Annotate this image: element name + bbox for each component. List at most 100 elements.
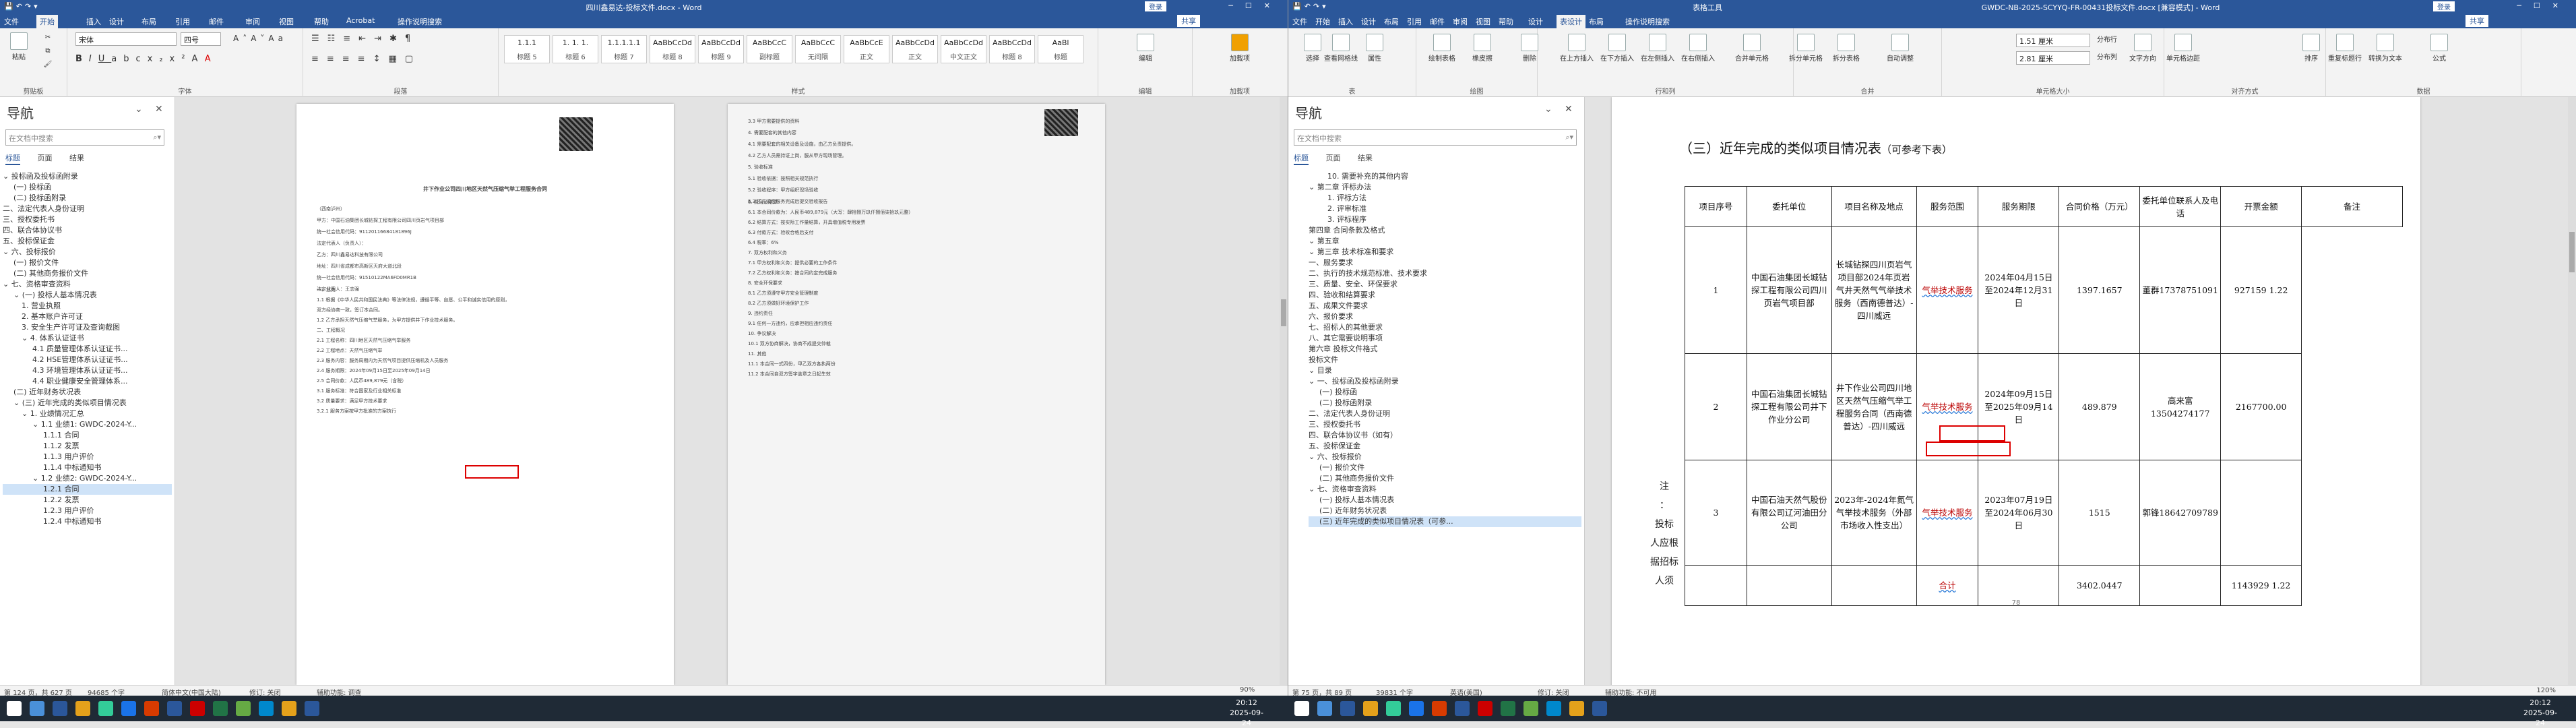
nav-item[interactable]: 4.1 质量管理体系认证证书... [3,344,172,355]
table-btn-8[interactable]: 在左侧插入 [1639,34,1676,63]
nav-item[interactable]: 1.1.1 合同 [3,430,172,441]
list-buttons[interactable]: ☰☷≡⇤⇥✱¶ [311,34,486,44]
nav-item[interactable]: 1.1.2 发票 [3,441,172,452]
nav-item[interactable]: (二) 近年财务状况表 [1309,506,1581,516]
status-words-2[interactable]: 39831 个字 [1376,687,1413,696]
nav-options-icon-2[interactable]: ⌄ [1544,104,1552,115]
task-view-icon[interactable] [1340,701,1355,716]
word-icon[interactable] [1455,701,1470,716]
table-cell[interactable]: 1515 [2059,460,2140,566]
share-button-2[interactable]: 共享 [2465,15,2488,27]
tab-review[interactable]: 审阅 [245,16,260,27]
format-painter-icon[interactable]: 🖌 [38,61,58,68]
nav-item[interactable]: (一) 投标函 [3,182,172,193]
table-header-cell[interactable]: 委托单位 [1747,187,1831,227]
tab-mailings[interactable]: 邮件 [209,16,224,27]
nav-tab-results[interactable]: 结果 [69,154,84,162]
table-cell[interactable]: 井下作业公司四川地区天然气压缩气举工程服务合同（西南德普达）-四川威远 [1831,354,1916,460]
nav-item[interactable]: 2. 评审标准 [1309,204,1581,214]
table-cell[interactable]: 中国石油集团长城钻探工程有限公司四川页岩气项目部 [1747,227,1831,354]
status-language[interactable]: 简体中文(中国大陆) [162,687,221,696]
nav-item[interactable]: ⌄ 1.1 业绩1: GWDC-2024-Y... [3,419,172,430]
nav-item[interactable]: 二、执行的技术规范标准、技术要求 [1309,268,1581,279]
table-header-cell[interactable]: 合同价格（万元） [2059,187,2140,227]
acrobat-icon[interactable] [190,701,205,716]
app-icon[interactable] [236,701,251,716]
nav-item[interactable]: 2. 基本账户许可证 [3,311,172,322]
folder-icon[interactable] [1569,701,1584,716]
login-button-2[interactable]: 登录 [2433,1,2455,11]
acrobat-icon[interactable] [1478,701,1493,716]
table-btn-1[interactable]: 查看网格线 [1322,34,1360,63]
nav-item[interactable]: ⌄ 六、投标报价 [3,247,172,257]
addins-button[interactable]: 加载项 [1220,34,1260,63]
cell-width-input[interactable]: 2.81 厘米 [2016,51,2090,65]
table-header-cell[interactable]: 备注 [2302,187,2403,227]
nav-close-icon-2[interactable]: ✕ [1565,104,1573,115]
table-cell[interactable]: 1 [1685,227,1747,354]
tab-help[interactable]: 帮助 [314,16,329,27]
table-btn-3[interactable]: 绘制表格 [1423,34,1461,63]
nav-item[interactable]: 五、投标保证金 [3,236,172,247]
nav-item[interactable]: 1.2.4 中标通知书 [3,516,172,527]
nav-item[interactable]: 4.4 职业健康安全管理体系... [3,376,172,387]
style-11[interactable]: AaBl标题 [1038,35,1083,63]
nav-item[interactable]: ⌄ 第二章 评标办法 [1309,182,1581,193]
login-button[interactable]: 登录 [1145,1,1166,11]
status-track-changes[interactable]: 修订: 关闭 [249,687,281,696]
status-page-2[interactable]: 第 75 页，共 89 页 [1292,687,1352,696]
nav-item[interactable]: 四、验收和结算要求 [1309,290,1581,301]
nav-item[interactable]: (二) 其他商务报价文件 [3,268,172,279]
tab-r-0[interactable]: 文件 [1292,16,1307,27]
nav-item[interactable]: ⌄ (一) 投标人基本情况表 [3,290,172,301]
table-btn-7[interactable]: 在下方插入 [1598,34,1636,63]
table-header-cell[interactable]: 委托单位联系人及电话 [2140,187,2221,227]
status-zoom[interactable]: 120% [2536,687,2556,694]
tab-r-1[interactable]: 开始 [1315,16,1330,27]
nav-item[interactable]: 1.1.3 用户评价 [3,452,172,462]
nav-item[interactable]: ⌄ 七、资格审查资料 [1309,484,1581,495]
nav-item[interactable]: 投标文件 [1309,355,1581,365]
quick-access-toolbar-2[interactable]: 💾↶↷▾ [1292,2,1329,11]
nav-item[interactable]: 六、报价要求 [1309,311,1581,322]
table-cell[interactable]: 2023年-2024年氮气气举技术服务（外部市场收入性支出） [1831,460,1916,566]
nav-options-icon[interactable]: ⌄ [135,104,143,115]
nav-item[interactable]: 1.2.2 发票 [3,495,172,506]
table-cell[interactable]: 2 [1685,354,1747,460]
file-explorer-icon[interactable] [1363,701,1378,716]
nav-close-icon[interactable]: ✕ [155,104,163,115]
nav-search-input-2[interactable]: 在文档中搜索⌕▾ [1294,129,1577,146]
nav-item[interactable]: ⌄ 投标函及投标函附录 [3,171,172,182]
style-2[interactable]: 1.1.1.1.1标题 7 [601,35,647,63]
cut-icon[interactable]: ✂ [38,34,58,41]
nav-item[interactable]: 三、质量、安全、环保要求 [1309,279,1581,290]
tab-r-11[interactable]: 表设计 [1557,15,1585,28]
table-header-cell[interactable]: 服务期限 [1978,187,2059,227]
copy-icon[interactable]: ⧉ [38,47,58,55]
font-format-buttons[interactable]: BIUabcx₂x²AA [75,54,291,64]
nav-item[interactable]: ⌄ 1.2 业绩2: GWDC-2024-Y... [3,473,172,484]
app-icon[interactable] [1523,701,1538,716]
table-btn-16[interactable]: 文字方向 [2124,34,2162,63]
task-view-icon[interactable] [53,701,67,716]
nav-item[interactable]: 1.2.3 用户评价 [3,506,172,516]
nav-item[interactable]: (二) 投标函附录 [3,193,172,204]
wechat-icon[interactable] [1386,701,1401,716]
table-btn-5[interactable]: 删除 [1511,34,1548,63]
table-header-cell[interactable]: 服务范围 [1916,187,1978,227]
table-btn-2[interactable]: 属性 [1356,34,1393,63]
wechat-icon[interactable] [98,701,113,716]
tab-layout[interactable]: 布局 [142,16,156,27]
nav-item[interactable]: 五、成果文件要求 [1309,301,1581,311]
nav-item[interactable]: ⌄ 六、投标报价 [1309,452,1581,462]
table-cell[interactable]: 2023年07月19日至2024年06月30日 [1978,460,2059,566]
nav-item[interactable]: ⌄ 目录 [1309,365,1581,376]
file-explorer-icon[interactable] [75,701,90,716]
nav-item[interactable]: (一) 报价文件 [3,257,172,268]
tab-r-13[interactable]: 操作说明搜索 [1625,16,1670,27]
edge-icon[interactable] [1546,701,1561,716]
style-7[interactable]: AaBbCcE正文 [844,35,889,63]
nav-item[interactable]: ⌄ 4. 体系认证证书 [3,333,172,344]
style-6[interactable]: AaBbCcC无间隔 [795,35,841,63]
nav-item[interactable]: 四、联合体协议书 [3,225,172,236]
